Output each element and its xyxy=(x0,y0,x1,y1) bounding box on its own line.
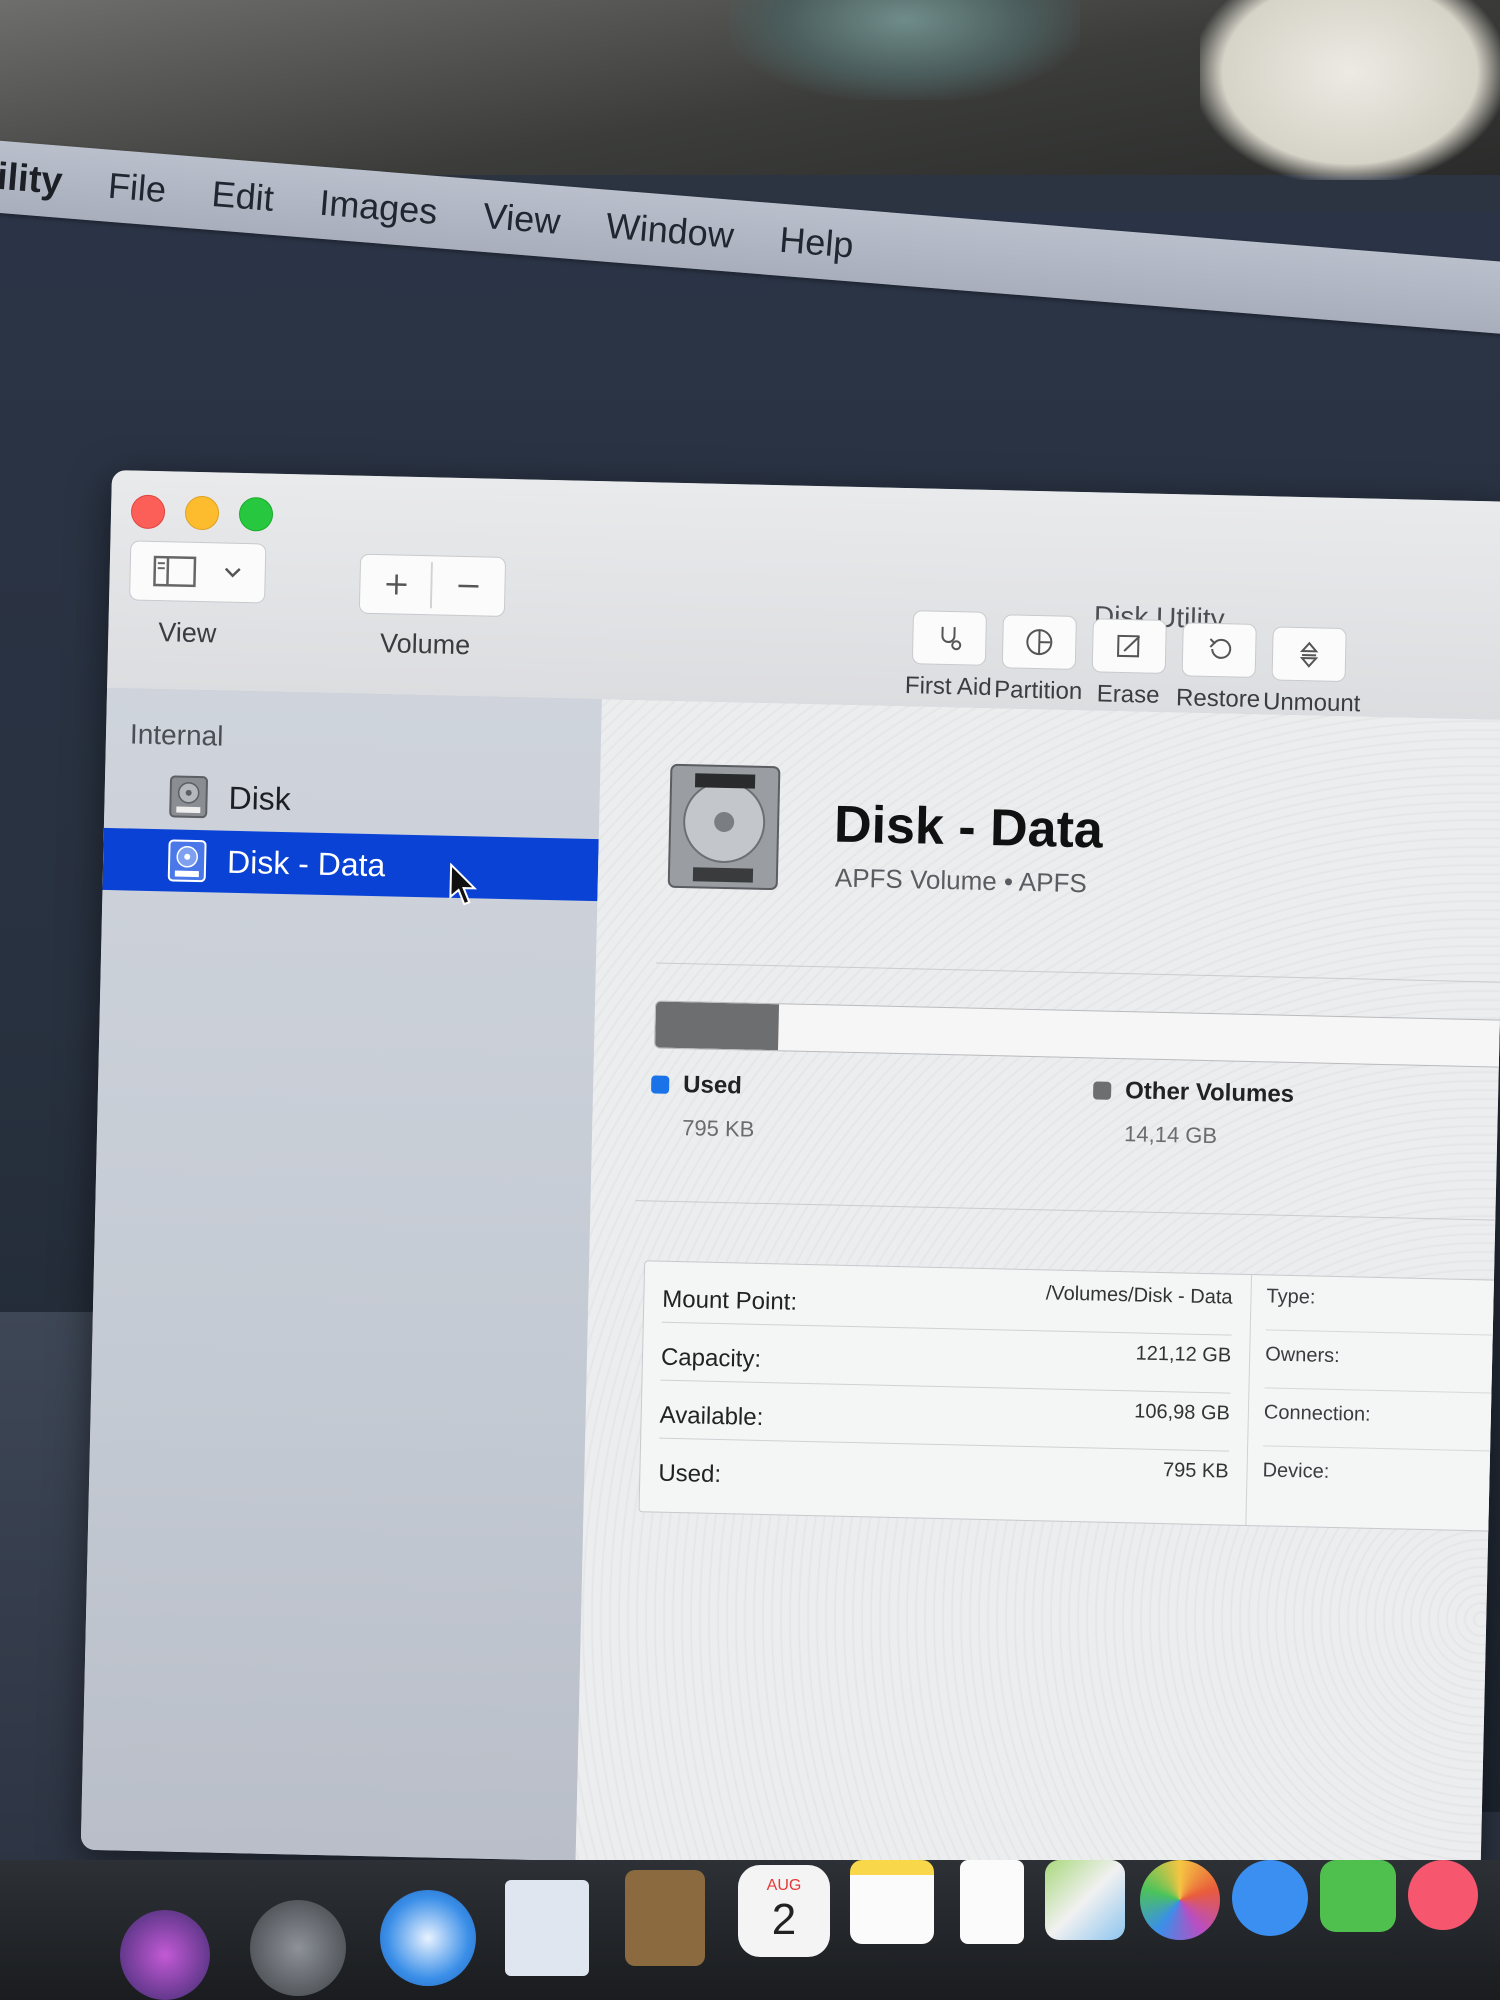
menu-file[interactable]: File xyxy=(107,165,168,212)
pie-icon xyxy=(1026,629,1053,656)
info-key: Available: xyxy=(659,1401,764,1432)
background-object xyxy=(730,0,1080,100)
used-swatch xyxy=(650,1075,670,1094)
menu-view[interactable]: View xyxy=(481,195,561,243)
info-key: Mount Point: xyxy=(662,1285,798,1316)
volume-detail-pane: Disk - Data APFS Volume • APFS Used 795 … xyxy=(575,699,1500,1882)
hard-drive-icon xyxy=(667,763,781,891)
maps-icon[interactable] xyxy=(1045,1860,1125,1940)
photos-icon[interactable] xyxy=(1140,1860,1220,1940)
sidebar-item-disk[interactable]: Disk xyxy=(104,764,600,837)
minimize-window-button[interactable] xyxy=(184,495,220,531)
sidebar: Internal Disk Disk - Data xyxy=(80,687,602,1861)
view-button[interactable] xyxy=(129,540,267,604)
contacts-icon[interactable] xyxy=(625,1870,705,1966)
info-row-owners: Owners: xyxy=(1264,1333,1500,1395)
info-value: /Volumes/Disk - Data xyxy=(1045,1282,1233,1309)
erase-label: Erase xyxy=(1096,680,1160,709)
legend-used-label: Used xyxy=(682,1071,743,1100)
menu-help[interactable]: Help xyxy=(778,219,855,267)
info-value: 121,12 GB xyxy=(1135,1342,1232,1367)
info-key: Capacity: xyxy=(660,1343,762,1373)
usage-bar-other-volumes xyxy=(655,1001,780,1051)
remove-volume-icon[interactable] xyxy=(432,556,505,616)
view-label: View xyxy=(157,617,217,649)
legend-other-value: 14,14 GB xyxy=(1123,1121,1218,1149)
sidebar-item-label: Disk xyxy=(228,779,292,817)
siri-icon[interactable] xyxy=(120,1910,210,2000)
info-value: 795 KB xyxy=(1162,1459,1229,1483)
music-icon[interactable] xyxy=(1408,1860,1478,1930)
divider xyxy=(655,962,1500,983)
calendar-month: AUG xyxy=(766,1877,802,1894)
app-menu[interactable]: ility xyxy=(0,155,64,203)
mouse-cursor-icon xyxy=(449,862,478,905)
hard-drive-icon xyxy=(167,839,207,883)
restore-label: Restore xyxy=(1175,684,1261,714)
stethoscope-icon xyxy=(941,626,962,651)
info-key: Device: xyxy=(1262,1459,1330,1483)
zoom-window-button[interactable] xyxy=(238,496,274,532)
other-volumes-swatch xyxy=(1092,1081,1112,1100)
background-object xyxy=(1200,0,1500,180)
partition-label: Partition xyxy=(993,676,1083,706)
chevron-down-icon xyxy=(224,567,241,578)
info-key: Used: xyxy=(658,1459,722,1489)
calendar-icon[interactable]: AUG 2 xyxy=(738,1865,830,1957)
sidebar-heading-internal: Internal xyxy=(129,718,224,752)
hard-drive-icon xyxy=(169,775,208,819)
launchpad-icon[interactable] xyxy=(250,1900,346,1996)
unmount-icon xyxy=(1299,641,1319,668)
window-toolbar: View Volume Disk Utility First Aid Parti… xyxy=(107,470,1500,721)
info-row-type: Type: xyxy=(1265,1275,1500,1337)
partition-button[interactable]: Partition xyxy=(993,614,1085,706)
volume-label: Volume xyxy=(379,628,471,661)
mail-icon[interactable] xyxy=(505,1880,589,1976)
close-window-button[interactable] xyxy=(130,494,166,530)
info-value: 106,98 GB xyxy=(1134,1400,1231,1425)
reminders-icon[interactable] xyxy=(960,1860,1024,1944)
sidebar-toggle-icon xyxy=(153,555,197,588)
legend-other-volumes: Other Volumes 14,14 GB xyxy=(1092,1076,1294,1151)
unmount-button[interactable]: Unmount xyxy=(1263,626,1361,718)
info-row-device: Device: xyxy=(1262,1449,1500,1509)
sidebar-item-disk-data[interactable]: Disk - Data xyxy=(102,827,599,905)
erase-button[interactable]: Erase xyxy=(1083,618,1175,710)
volume-subtitle: APFS Volume • APFS xyxy=(834,862,1088,899)
safari-icon[interactable] xyxy=(380,1890,476,1986)
menu-images[interactable]: Images xyxy=(318,182,439,233)
volume-info-table: Mount Point: /Volumes/Disk - Data Capaci… xyxy=(638,1260,1500,1533)
dock: AUG 2 xyxy=(0,1860,1500,2000)
legend-other-label: Other Volumes xyxy=(1124,1077,1295,1108)
menu-window[interactable]: Window xyxy=(604,205,735,257)
divider xyxy=(635,1200,1496,1221)
volume-name: Disk - Data xyxy=(833,795,1104,860)
info-key: Type: xyxy=(1266,1285,1316,1309)
first-aid-button[interactable]: First Aid xyxy=(903,610,995,702)
add-volume-icon[interactable] xyxy=(360,555,433,615)
info-key: Owners: xyxy=(1264,1343,1340,1368)
info-row-connection: Connection: xyxy=(1263,1391,1500,1453)
info-key: Connection: xyxy=(1263,1401,1371,1426)
sidebar-item-label-text: Disk - Data xyxy=(226,843,386,883)
legend-used: Used 795 KB xyxy=(650,1070,756,1142)
sidebar-item-label: Disk - Data xyxy=(226,843,478,905)
first-aid-label: First Aid xyxy=(904,672,992,702)
volume-buttons xyxy=(358,553,507,617)
menu-edit[interactable]: Edit xyxy=(210,173,275,220)
facetime-icon[interactable] xyxy=(1320,1860,1396,1932)
legend-used-value: 795 KB xyxy=(681,1115,755,1142)
info-column-divider xyxy=(1245,1275,1253,1526)
calendar-day: 2 xyxy=(771,1895,797,1944)
restore-button[interactable]: Restore xyxy=(1173,622,1265,714)
usage-bar xyxy=(654,1000,1500,1068)
erase-icon xyxy=(1117,634,1141,658)
disk-utility-window: View Volume Disk Utility First Aid Parti… xyxy=(80,470,1500,1882)
info-row-used: Used: 795 KB xyxy=(658,1440,1229,1509)
messages-icon[interactable] xyxy=(1232,1860,1308,1936)
notes-icon[interactable] xyxy=(850,1860,934,1944)
restore-icon xyxy=(1209,638,1232,659)
